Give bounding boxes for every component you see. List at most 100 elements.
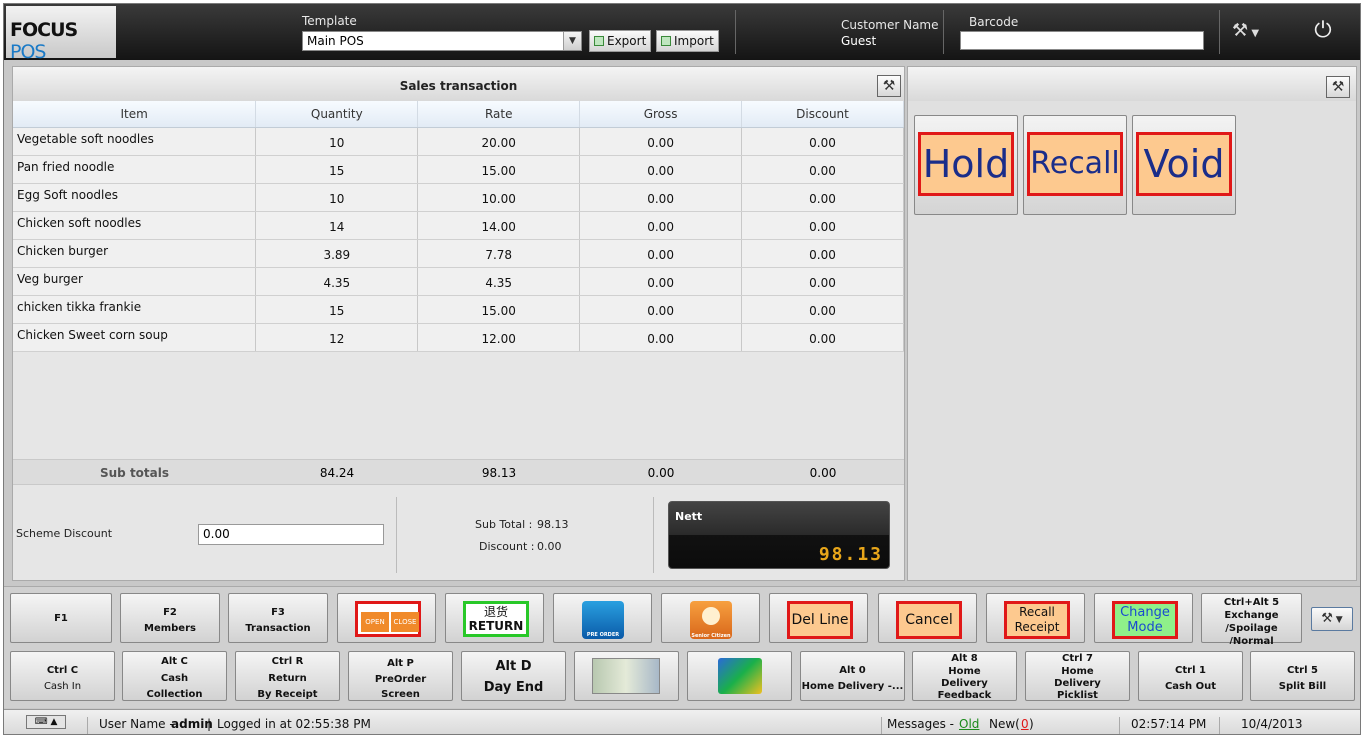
void-button[interactable]: Void <box>1132 115 1236 215</box>
power-icon[interactable]: ⏻ <box>1310 18 1336 44</box>
hold-button[interactable]: Hold <box>914 115 1018 215</box>
return-by-receipt-button[interactable]: Ctrl R Return By Receipt <box>235 651 340 701</box>
cell-gross[interactable]: 0.00 <box>579 183 743 212</box>
cell-item[interactable]: Chicken burger <box>13 239 257 268</box>
table-row[interactable]: Veg burger 4.35 4.35 0.00 0.00 <box>13 267 904 296</box>
split-bill-button[interactable]: Ctrl 5 Split Bill <box>1250 651 1355 701</box>
cell-discount[interactable]: 0.00 <box>741 323 904 352</box>
column-header-quantity[interactable]: Quantity <box>255 101 419 128</box>
cell-item[interactable]: chicken tikka frankie <box>13 295 257 324</box>
tools-icon[interactable]: ⚒ <box>877 75 901 97</box>
table-row[interactable]: Chicken Sweet corn soup 12 12.00 0.00 0.00 <box>13 323 904 352</box>
export-button[interactable]: Export <box>589 30 652 52</box>
home-delivery-feedback-button[interactable]: Alt 8 Home Delivery Feedback <box>912 651 1017 701</box>
column-header-gross[interactable]: Gross <box>579 101 743 128</box>
table-row[interactable]: Chicken soft noodles 14 14.00 0.00 0.00 <box>13 211 904 240</box>
cell-discount[interactable]: 0.00 <box>741 239 904 268</box>
table-row[interactable]: Chicken burger 3.89 7.78 0.00 0.00 <box>13 239 904 268</box>
home-delivery-picklist-button[interactable]: Ctrl 7 Home Delivery Picklist <box>1025 651 1130 701</box>
cash-out-button[interactable]: Ctrl 1 Cash Out <box>1138 651 1243 701</box>
cell-item[interactable]: Egg Soft noodles <box>13 183 257 212</box>
day-end-button[interactable]: Alt D Day End <box>461 651 566 701</box>
table-row[interactable]: Vegetable soft noodles 10 20.00 0.00 0.00 <box>13 127 904 156</box>
cell-rate[interactable]: 20.00 <box>417 127 581 156</box>
hold-label: Hold <box>918 132 1014 196</box>
cell-gross[interactable]: 0.00 <box>579 323 743 352</box>
recall-receipt-button[interactable]: Recall Receipt <box>986 593 1085 643</box>
cell-quantity[interactable]: 10 <box>255 183 419 212</box>
cell-quantity[interactable]: 15 <box>255 295 419 324</box>
cell-quantity[interactable]: 12 <box>255 323 419 352</box>
status-date: 10/4/2013 <box>1241 717 1303 731</box>
keyboard-icon[interactable]: ⌨ ▲ <box>26 715 66 729</box>
barcode-input[interactable] <box>960 31 1204 50</box>
tools-icon[interactable]: ⚒ <box>1326 76 1350 98</box>
cash-collection-button[interactable]: Alt C Cash Collection <box>122 651 227 701</box>
cell-gross[interactable]: 0.00 <box>579 267 743 296</box>
cell-quantity[interactable]: 4.35 <box>255 267 419 296</box>
cell-rate[interactable]: 15.00 <box>417 155 581 184</box>
chevron-down-icon[interactable]: ▼ <box>563 32 581 50</box>
toolbar-settings-button[interactable]: ⚒ ▼ <box>1311 607 1353 631</box>
cell-gross[interactable]: 0.00 <box>579 295 743 324</box>
del-line-button[interactable]: Del Line <box>769 593 868 643</box>
cell-rate[interactable]: 12.00 <box>417 323 581 352</box>
cell-item[interactable]: Veg burger <box>13 267 257 296</box>
cell-rate[interactable]: 7.78 <box>417 239 581 268</box>
change-mode-button[interactable]: Change Mode <box>1094 593 1193 643</box>
cell-quantity[interactable]: 3.89 <box>255 239 419 268</box>
transaction-button[interactable]: F3 Transaction <box>228 593 328 643</box>
cell-quantity[interactable]: 15 <box>255 155 419 184</box>
column-header-rate[interactable]: Rate <box>417 101 581 128</box>
cell-item[interactable]: Vegetable soft noodles <box>13 127 257 156</box>
settings-menu-button[interactable]: ⚒ ▼ <box>1232 20 1259 41</box>
cash-in-button[interactable]: Ctrl C Cash In <box>10 651 115 701</box>
cell-discount[interactable]: 0.00 <box>741 295 904 324</box>
cash-denomination-button[interactable] <box>574 651 679 701</box>
cell-item[interactable]: Pan fried noodle <box>13 155 257 184</box>
messages-new-count[interactable]: 0 <box>1021 717 1029 731</box>
cell-rate[interactable]: 14.00 <box>417 211 581 240</box>
cell-discount[interactable]: 0.00 <box>741 127 904 156</box>
cancel-button[interactable]: Cancel <box>878 593 977 643</box>
cell-item[interactable]: Chicken Sweet corn soup <box>13 323 257 352</box>
key-label: Home Delivery -... <box>801 681 904 692</box>
preorder-screen-button[interactable]: Alt P PreOrder Screen <box>348 651 453 701</box>
cell-discount[interactable]: 0.00 <box>741 267 904 296</box>
cell-discount[interactable]: 0.00 <box>741 211 904 240</box>
cell-gross[interactable]: 0.00 <box>579 239 743 268</box>
cell-rate[interactable]: 15.00 <box>417 295 581 324</box>
cell-discount[interactable]: 0.00 <box>741 155 904 184</box>
card-payment-button[interactable] <box>687 651 792 701</box>
messages-old-link[interactable]: Old <box>959 717 979 731</box>
template-select[interactable]: Main POS ▼ <box>302 31 582 51</box>
column-header-discount[interactable]: Discount <box>741 101 904 128</box>
scheme-discount-input[interactable]: 0.00 <box>198 524 384 545</box>
home-delivery-button[interactable]: Alt 0 Home Delivery -... <box>800 651 905 701</box>
customer-value[interactable]: Guest <box>841 34 876 48</box>
cell-quantity[interactable]: 14 <box>255 211 419 240</box>
senior-citizen-icon: Senior Citizen <box>690 601 732 639</box>
open-close-button[interactable]: OPEN CLOSE <box>337 593 436 643</box>
members-button[interactable]: F2 Members <box>120 593 220 643</box>
cell-gross[interactable]: 0.00 <box>579 211 743 240</box>
cell-rate[interactable]: 4.35 <box>417 267 581 296</box>
import-button[interactable]: Import <box>656 30 719 52</box>
cell-discount[interactable]: 0.00 <box>741 183 904 212</box>
table-row[interactable]: Egg Soft noodles 10 10.00 0.00 0.00 <box>13 183 904 212</box>
template-value: Main POS <box>307 34 364 48</box>
f1-button[interactable]: F1 <box>10 593 112 643</box>
column-header-item[interactable]: Item <box>13 101 257 128</box>
table-row[interactable]: chicken tikka frankie 15 15.00 0.00 0.00 <box>13 295 904 324</box>
recall-button[interactable]: Recall <box>1023 115 1127 215</box>
pre-order-button[interactable]: PRE ORDER <box>553 593 652 643</box>
senior-citizen-button[interactable]: Senior Citizen <box>661 593 760 643</box>
cell-quantity[interactable]: 10 <box>255 127 419 156</box>
table-row[interactable]: Pan fried noodle 15 15.00 0.00 0.00 <box>13 155 904 184</box>
cell-gross[interactable]: 0.00 <box>579 127 743 156</box>
return-button[interactable]: 退货 RETURN <box>445 593 544 643</box>
cell-item[interactable]: Chicken soft noodles <box>13 211 257 240</box>
cell-gross[interactable]: 0.00 <box>579 155 743 184</box>
cell-rate[interactable]: 10.00 <box>417 183 581 212</box>
exchange-spoilage-button[interactable]: Ctrl+Alt 5 Exchange /Spoilage /Normal <box>1201 593 1302 644</box>
